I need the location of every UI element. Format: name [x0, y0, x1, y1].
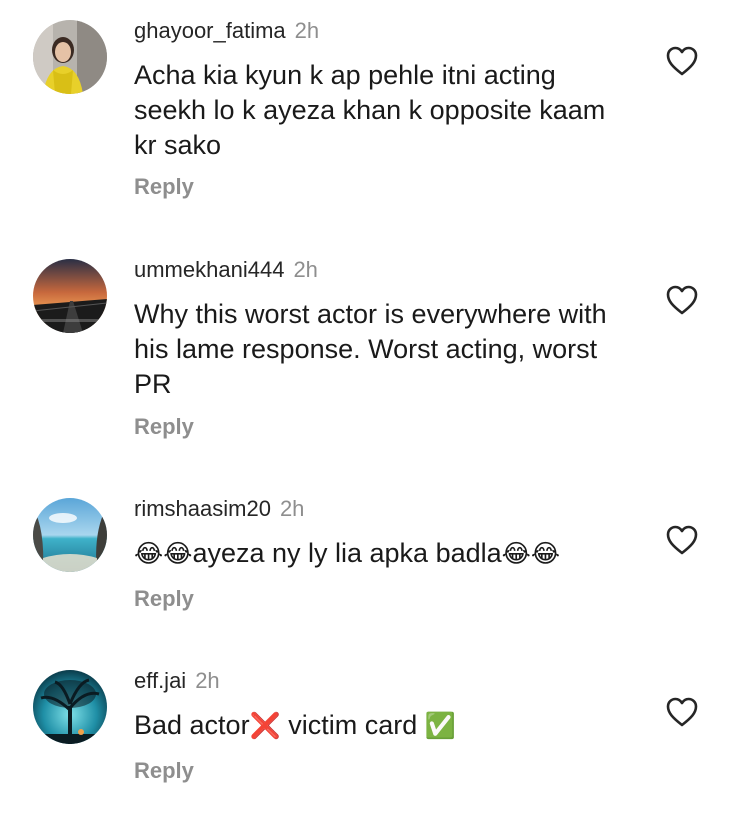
- avatar[interactable]: [33, 670, 107, 744]
- laughing-emoji: 😂😂: [134, 539, 193, 568]
- reply-button[interactable]: Reply: [134, 586, 194, 612]
- comment-text-body: Bad actor: [134, 710, 250, 740]
- comment-text: 😂😂ayeza ny ly lia apka badla😂😂: [134, 536, 634, 571]
- comment-text: Bad actor❌ victim card ✅: [134, 708, 634, 743]
- timestamp: 2h: [294, 18, 320, 43]
- avatar[interactable]: [33, 20, 107, 94]
- heart-icon[interactable]: [665, 284, 699, 316]
- comment-text-body: victim card: [280, 710, 425, 740]
- timestamp: 2h: [195, 668, 220, 693]
- reply-button[interactable]: Reply: [134, 758, 194, 784]
- comment-text: Acha kia kyun k ap pehle itni acting see…: [134, 60, 606, 160]
- username[interactable]: ummekhani444: [134, 257, 284, 282]
- reply-button[interactable]: Reply: [134, 414, 194, 440]
- timestamp: 2h: [279, 496, 305, 521]
- username[interactable]: ghayoor_fatima: [134, 18, 286, 43]
- comment-text: Why this worst actor is everywhere with …: [134, 299, 607, 399]
- avatar[interactable]: [33, 259, 107, 333]
- comment-meta: rimshaasim20 2h: [134, 496, 304, 522]
- comment-meta: eff.jai 2h: [134, 668, 220, 694]
- heart-icon[interactable]: [665, 696, 699, 728]
- heart-icon[interactable]: [665, 524, 699, 556]
- timestamp: 2h: [293, 257, 318, 282]
- comment-meta: ghayoor_fatima 2h: [134, 18, 319, 44]
- comment-meta: ummekhani444 2h: [134, 257, 318, 283]
- laughing-emoji: 😂😂: [501, 539, 561, 568]
- cross-mark-emoji: ❌: [249, 711, 281, 740]
- heart-icon[interactable]: [665, 45, 699, 77]
- check-mark-emoji: ✅: [424, 711, 456, 740]
- username[interactable]: rimshaasim20: [134, 496, 271, 521]
- username[interactable]: eff.jai: [134, 668, 186, 693]
- reply-button[interactable]: Reply: [134, 174, 194, 200]
- comment-text-body: ayeza ny ly lia apka badla: [192, 538, 502, 568]
- avatar[interactable]: [33, 498, 107, 572]
